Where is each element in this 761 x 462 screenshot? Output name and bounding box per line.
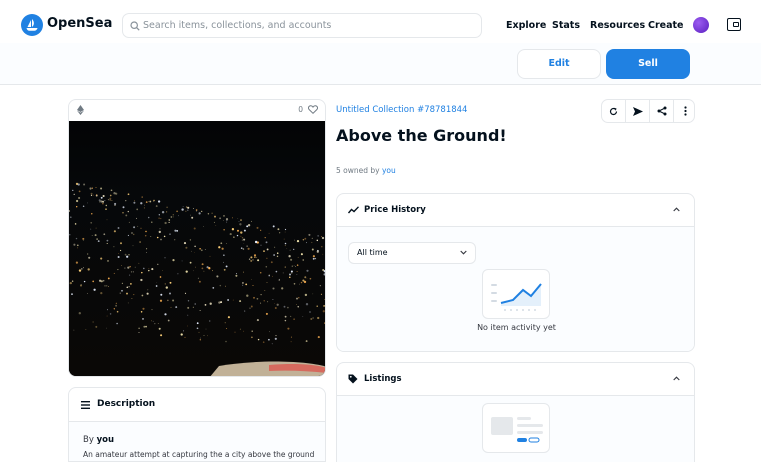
tag-icon: [348, 374, 358, 384]
nav-create[interactable]: Create: [648, 20, 684, 31]
description-body: By you An amateur attempt at capturing t…: [69, 422, 325, 461]
chevron-up-icon: [673, 207, 680, 212]
brand-name[interactable]: OpenSea: [47, 16, 112, 31]
listings-body: [337, 396, 694, 462]
by-prefix: By: [83, 435, 94, 445]
transfer-button[interactable]: [626, 100, 649, 122]
search-icon: [130, 21, 140, 31]
item-toolbar: [601, 99, 695, 123]
image-card-header: 0: [69, 100, 325, 121]
listings-title: Listings: [364, 374, 402, 384]
chevron-down-icon: [460, 250, 467, 255]
night-city-photo: [69, 121, 325, 376]
heart-icon[interactable]: [308, 105, 318, 114]
share-button[interactable]: [650, 100, 673, 122]
profile-avatar[interactable]: [693, 17, 709, 33]
chevron-up-icon: [673, 376, 680, 381]
trending-line-icon: [348, 206, 359, 214]
sell-button[interactable]: Sell: [606, 49, 690, 79]
search-placeholder: Search items, collections, and accounts: [143, 20, 332, 31]
item-image-card: 0: [68, 99, 326, 377]
creator-link[interactable]: you: [97, 435, 114, 445]
owned-prefix: 5 owned by: [336, 166, 380, 175]
nav-stats[interactable]: Stats: [552, 20, 580, 31]
favorite-count: 0: [298, 105, 303, 114]
refresh-button[interactable]: [602, 100, 625, 122]
ethereum-icon: [77, 105, 84, 115]
empty-chart-illustration: [482, 269, 550, 319]
description-panel: Description By you An amateur attempt at…: [68, 387, 326, 462]
chart-placeholder-icon: [491, 283, 542, 311]
description-title: Description: [97, 399, 156, 409]
send-icon: [632, 106, 643, 116]
time-range-value: All time: [357, 248, 388, 257]
listings-placeholder-icon: [491, 417, 543, 443]
nav-resources[interactable]: Resources: [590, 20, 645, 31]
nav-explore[interactable]: Explore: [506, 20, 546, 31]
empty-listings-illustration: [482, 403, 550, 453]
listings-header[interactable]: Listings: [337, 363, 694, 396]
item-title: Above the Ground!: [336, 126, 507, 145]
listings-panel: Listings: [336, 362, 695, 462]
description-header[interactable]: Description: [69, 388, 325, 422]
price-history-title: Price History: [364, 205, 426, 215]
search-input[interactable]: Search items, collections, and accounts: [122, 13, 482, 38]
description-text: An amateur attempt at capturing the a ci…: [83, 450, 315, 459]
wallet-icon[interactable]: [727, 18, 741, 31]
price-history-header[interactable]: Price History: [337, 194, 694, 227]
no-activity-text: No item activity yet: [477, 323, 556, 332]
nft-image[interactable]: [69, 121, 325, 376]
owner-link[interactable]: you: [382, 166, 396, 175]
collection-link[interactable]: Untitled Collection #78781844: [336, 105, 467, 115]
description-lines-icon: [81, 401, 90, 409]
more-vertical-icon: [684, 106, 687, 116]
time-range-select[interactable]: All time: [348, 242, 476, 264]
opensea-logo-icon[interactable]: [21, 14, 43, 36]
refresh-icon: [609, 107, 618, 115]
creator-line: By you: [83, 435, 114, 445]
share-icon: [657, 106, 666, 116]
more-options-button[interactable]: [674, 100, 697, 122]
price-history-body: All time No item activity yet: [337, 227, 694, 351]
owned-by-line: 5 owned by you: [336, 166, 396, 175]
edit-button[interactable]: Edit: [517, 49, 601, 79]
price-history-panel: Price History All time No item activity …: [336, 193, 695, 352]
